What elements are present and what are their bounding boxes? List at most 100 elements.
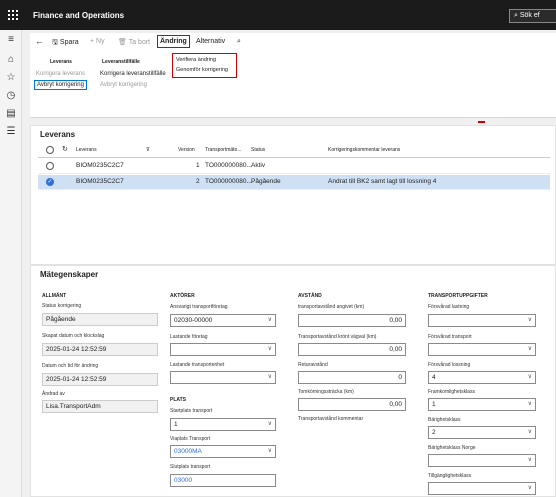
angivet-input[interactable]: 0,00	[298, 314, 406, 327]
angivet-label: transportavstånd angivet (km)	[298, 304, 365, 310]
chevron-down-icon: ∨	[267, 448, 272, 454]
search-icon[interactable]: ⌕	[237, 38, 241, 46]
col-status[interactable]: Status	[251, 147, 265, 153]
col-transport[interactable]: Transportmäto...	[205, 147, 242, 153]
aktorer-heading: AKTÖRER	[170, 293, 195, 299]
slutplats-field[interactable]: 03000	[170, 474, 276, 487]
app-launcher-icon[interactable]	[8, 10, 18, 20]
andrat-av-field: Lisa.TransportAdm	[42, 400, 158, 413]
avstand-heading: AVSTÅND	[298, 293, 322, 299]
chevron-down-icon: ∨	[527, 374, 532, 380]
tillganglighet-label: Tillgänglighetsklass	[428, 473, 472, 479]
kront-input[interactable]: 0,00	[298, 343, 406, 356]
korrigera-leveranstillfalle-button[interactable]: Korrigera leveranstillfälle	[100, 71, 166, 77]
forsv-lossning-dropdown[interactable]: 4 ∨	[428, 371, 536, 384]
allmant-heading: ALLMÄNT	[42, 293, 67, 299]
lastande-dropdown[interactable]: ∨	[170, 343, 276, 356]
col-leverans[interactable]: Leverans	[76, 147, 97, 153]
cell-transport: TO000000080...	[205, 162, 252, 169]
datum-field: 2025-01-24 12:52:59	[42, 373, 158, 386]
slutplats-label: Slutplats transport	[170, 464, 211, 470]
avbryt-korrigering-tillfalle-button[interactable]: Avbryt korrigering	[100, 82, 147, 88]
avbryt-korrigering-button[interactable]: Avbryt korrigering	[34, 80, 87, 90]
status-korrigering-field: Pågående	[42, 313, 158, 326]
chevron-down-icon: ∨	[267, 374, 272, 380]
tab-alternativ[interactable]: Alternativ	[196, 38, 225, 45]
retur-input[interactable]: 0	[298, 371, 406, 384]
chevron-down-icon: ∨	[267, 421, 272, 427]
hamburger-icon[interactable]: ≡	[5, 34, 17, 46]
chevron-down-icon: ∨	[527, 485, 532, 491]
verifiera-andring-button[interactable]: Verifiera ändring	[176, 57, 216, 63]
select-all-checkbox[interactable]	[46, 146, 54, 154]
global-search[interactable]: ⌕ Sök ef	[509, 9, 556, 23]
star-icon[interactable]: ☆	[5, 72, 17, 84]
viaplats-label: Viaplats Transport	[170, 436, 211, 442]
col-kommentar[interactable]: Korrigeringskommentar leverans	[328, 147, 400, 153]
andrat-av-label: Ändrad av	[42, 391, 65, 397]
back-icon[interactable]: ←	[35, 36, 44, 46]
cell-status: Aktiv	[251, 162, 266, 169]
skapat-field: 2025-01-24 12:52:59	[42, 343, 158, 356]
group-title-leveranstillfalle: Leveranstillfälle	[102, 59, 140, 65]
lastenhet-label: Lastande transportenhet	[170, 362, 225, 368]
cell-version: 2	[196, 178, 200, 185]
forsv-transport-label: Försvårad transport	[428, 334, 472, 340]
save-icon: 🖫	[52, 39, 60, 46]
refresh-icon[interactable]: ↻	[62, 145, 68, 153]
cell-kommentar: Ändrat till BK2 samt lagt till lossning …	[328, 178, 437, 185]
retur-label: Returavstånd	[298, 362, 328, 368]
tomkorning-label: Tomkörningssträcka (km)	[298, 389, 354, 395]
chevron-down-icon: ∨	[527, 429, 532, 435]
startplats-label: Startplats transport	[170, 408, 213, 414]
workspace-icon[interactable]: ▤	[5, 108, 17, 120]
status-korrigering-label: Status korrigering	[42, 303, 82, 309]
chevron-down-icon: ∨	[527, 317, 532, 323]
home-icon[interactable]: ⌂	[5, 54, 17, 66]
lastenhet-dropdown[interactable]: ∨	[170, 371, 276, 384]
tillganglighet-dropdown[interactable]: ∨	[428, 482, 536, 495]
filter-icon[interactable]: ⊽	[146, 147, 150, 153]
clock-icon[interactable]: ◷	[5, 90, 17, 102]
datum-label: Datum och tid för ändring	[42, 363, 99, 369]
korrigera-leverans-button[interactable]: Korrigera leverans	[36, 71, 85, 77]
chevron-down-icon: ∨	[527, 401, 532, 407]
trash-icon: 🗑	[118, 39, 129, 46]
viaplats-dropdown[interactable]: 03000MA ∨	[170, 445, 276, 458]
grid-header: ↻ Leverans ⊽ Version Transportmäto... St…	[38, 143, 550, 158]
row-checkbox-checked[interactable]: ✓	[46, 178, 54, 186]
row-checkbox[interactable]	[46, 162, 54, 170]
table-row[interactable]: ✓ BIOM0235C2C7 2 TO000000080... Pågående…	[38, 175, 550, 190]
list-icon[interactable]: ☰	[5, 126, 17, 138]
cell-leverans: BIOM0235C2C7	[76, 162, 124, 169]
genomfor-korrigering-button[interactable]: Genomför korrigering	[176, 67, 228, 73]
barighet-label: Bärighetsklass	[428, 417, 461, 423]
action-pane: ← 🖫 Spara + Ny 🗑 Ta bort Ändring Alterna…	[30, 33, 556, 118]
app-title: Finance and Operations	[33, 11, 125, 20]
chevron-down-icon: ∨	[527, 457, 532, 463]
uppgifter-heading: TRANSPORTUPPGIFTER	[428, 293, 488, 299]
cell-transport: TO000000080...	[205, 178, 252, 185]
group-title-leverans: Leverans	[50, 59, 72, 65]
ansvarigt-dropdown[interactable]: 02030-00000 ∨	[170, 314, 276, 327]
cell-leverans: BIOM0235C2C7	[76, 178, 124, 185]
skapat-label: Skapat datum och klockslag	[42, 333, 105, 339]
save-button[interactable]: 🖫 Spara	[52, 38, 79, 49]
kommentar-label: Transportavstånd kommentar	[298, 416, 364, 422]
col-version[interactable]: Version	[178, 147, 195, 153]
delete-button[interactable]: 🗑 Ta bort	[118, 38, 150, 46]
new-button[interactable]: + Ny	[90, 38, 105, 45]
framkomlighet-label: Framkomlighetsklass	[428, 389, 475, 395]
tab-andring[interactable]: Ändring	[157, 35, 190, 48]
framkomlighet-dropdown[interactable]: 1 ∨	[428, 398, 536, 411]
forsv-lastning-dropdown[interactable]: ∨	[428, 314, 536, 327]
cell-version: 1	[196, 162, 200, 169]
plats-heading: PLATS	[170, 397, 187, 403]
startplats-dropdown[interactable]: 1 ∨	[170, 418, 276, 431]
tomkorning-input[interactable]: 0,00	[298, 398, 406, 411]
lastande-label: Lastande företag	[170, 334, 208, 340]
forsv-transport-dropdown[interactable]: ∨	[428, 343, 536, 356]
barighet-dropdown[interactable]: 2 ∨	[428, 426, 536, 439]
barighet-norge-dropdown[interactable]: ∨	[428, 454, 536, 467]
table-row[interactable]: BIOM0235C2C7 1 TO000000080... Aktiv	[38, 159, 550, 174]
